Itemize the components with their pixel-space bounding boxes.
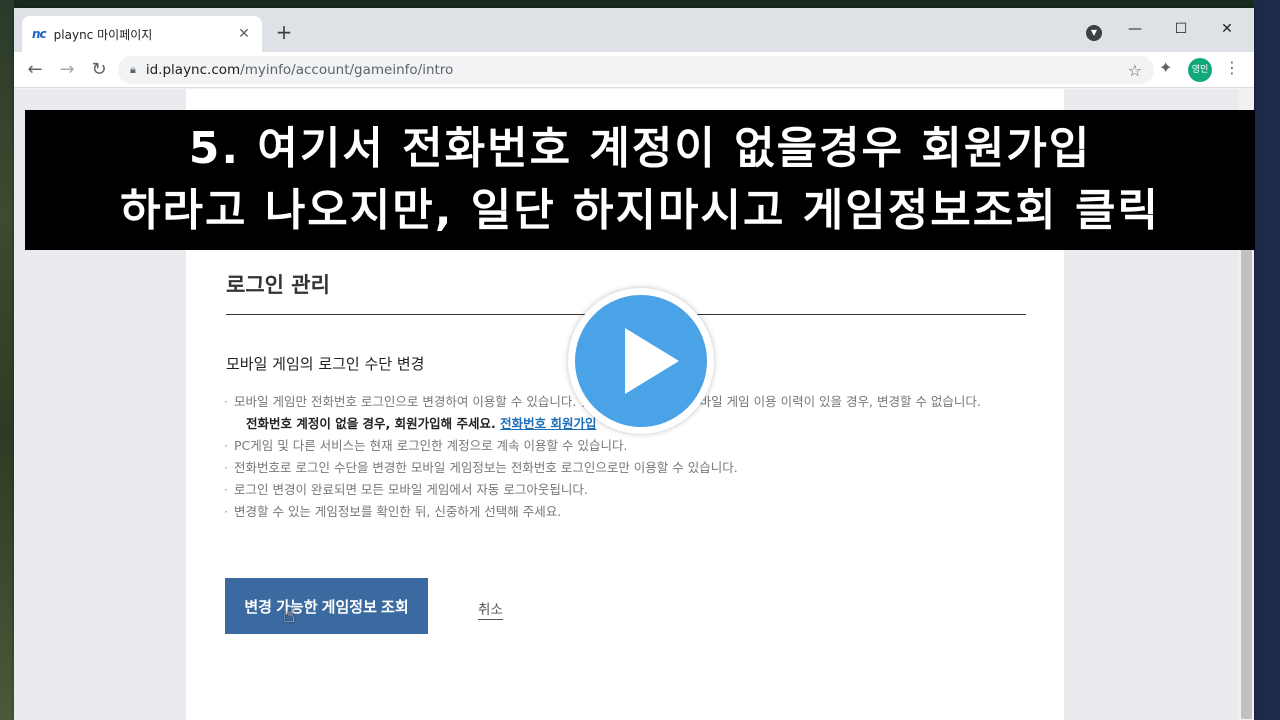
plaync-favicon-icon: nc bbox=[32, 27, 47, 41]
hand-cursor-icon: ☝ bbox=[283, 603, 296, 627]
lock-icon[interactable]: 🔒︎ bbox=[130, 63, 136, 77]
forward-button[interactable]: → bbox=[54, 57, 80, 83]
url-text: id.plaync.com/myinfo/account/gameinfo/in… bbox=[146, 62, 1128, 78]
minimize-button[interactable]: — bbox=[1112, 14, 1158, 44]
back-button[interactable]: ← bbox=[22, 57, 48, 83]
maximize-button[interactable]: ☐ bbox=[1158, 14, 1204, 44]
notice-item: PC게임 및 다른 서비스는 현재 로그인한 계정으로 계속 이용할 수 있습니… bbox=[224, 435, 1024, 457]
url-host: id.plaync.com bbox=[145, 62, 241, 78]
more-options-icon[interactable]: ⋮ bbox=[1224, 58, 1240, 77]
tab-title: plaync 마이페이지 bbox=[53, 27, 153, 42]
page-title: 로그인 관리 bbox=[226, 273, 330, 297]
desktop-background bbox=[0, 0, 14, 720]
reload-button[interactable]: ↻ bbox=[86, 57, 112, 83]
address-bar[interactable]: 🔒︎ id.plaync.com/myinfo/account/gameinfo… bbox=[118, 56, 1154, 84]
play-icon bbox=[625, 328, 679, 394]
tab-plaync-mypage[interactable]: nc plaync 마이페이지 ✕ bbox=[22, 16, 262, 52]
subsection-title: 모바일 게임의 로그인 수단 변경 bbox=[226, 355, 425, 373]
notice-item: 변경할 수 있는 게임정보를 확인한 뒤, 신중하게 선택해 주세요. bbox=[224, 501, 1024, 523]
phone-signup-link[interactable]: 전화번호 회원가입 bbox=[500, 416, 596, 431]
caption-line-1: 5. 여기서 전화번호 계정이 없을경우 회원가입 bbox=[188, 123, 1092, 174]
close-icon[interactable]: ✕ bbox=[236, 26, 252, 42]
tab-strip: nc plaync 마이페이지 ✕ + ▼ — ☐ ✕ bbox=[14, 8, 1254, 52]
cancel-button[interactable]: 취소 bbox=[478, 598, 503, 620]
video-caption: 5. 여기서 전화번호 계정이 없을경우 회원가입 하라고 나오지만, 일단 하… bbox=[25, 110, 1255, 250]
window-close-button[interactable]: ✕ bbox=[1204, 14, 1250, 44]
extensions-puzzle-icon[interactable]: ✦ bbox=[1159, 58, 1172, 77]
bookmark-star-icon[interactable]: ☆ bbox=[1128, 61, 1142, 80]
url-path: /myinfo/account/gameinfo/intro bbox=[240, 62, 454, 78]
notice-item: 전화번호로 로그인 수단을 변경한 모바일 게임정보는 전화번호 로그인으로만 … bbox=[224, 457, 1024, 479]
game-info-lookup-button[interactable]: 변경 가능한 게임정보 조회 bbox=[225, 578, 428, 634]
avatar[interactable]: 영민 bbox=[1188, 58, 1212, 82]
browser-toolbar: ← → ↻ 🔒︎ id.plaync.com/myinfo/account/ga… bbox=[14, 52, 1254, 88]
new-tab-button[interactable]: + bbox=[272, 20, 296, 44]
caption-line-2: 하라고 나오지만, 일단 하지마시고 게임정보조회 클릭 bbox=[120, 185, 1160, 236]
notice-item: 로그인 변경이 완료되면 모든 모바일 게임에서 자동 로그아웃됩니다. bbox=[224, 479, 1024, 501]
desktop-background-right bbox=[1254, 0, 1280, 720]
notice-bold-text: 전화번호 계정이 없을 경우, 회원가입해 주세요. bbox=[246, 416, 496, 431]
scroll-thumb[interactable] bbox=[1241, 249, 1252, 719]
play-button[interactable] bbox=[568, 288, 714, 434]
chevron-down-icon[interactable]: ▼ bbox=[1086, 25, 1102, 41]
